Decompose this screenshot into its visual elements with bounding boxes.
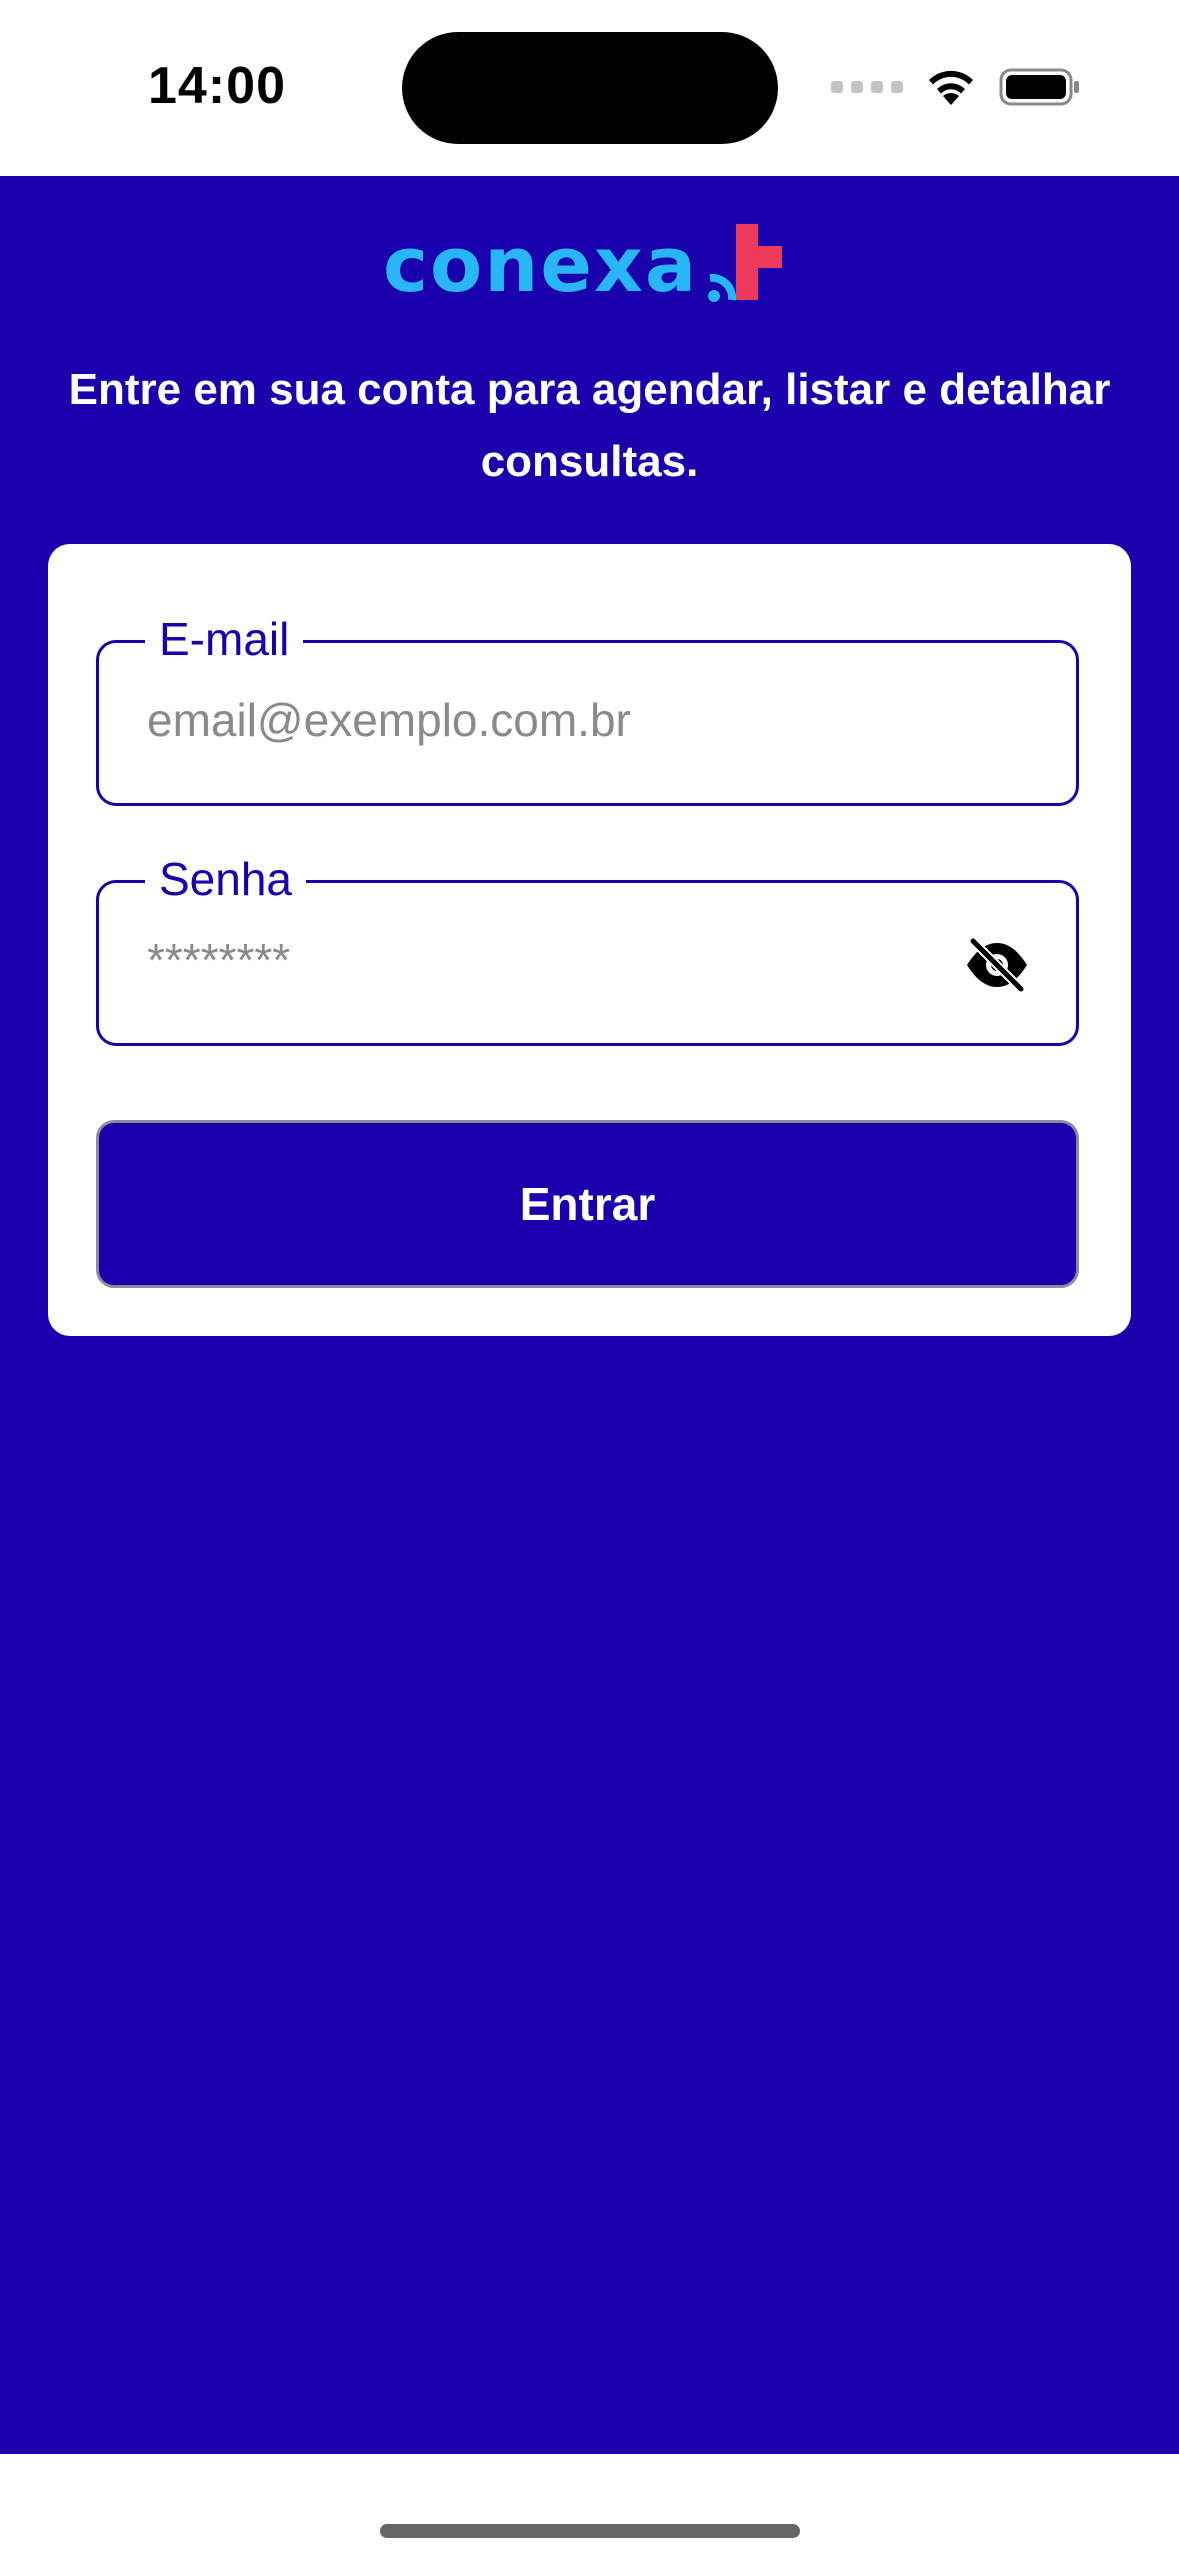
status-icons (831, 64, 1081, 110)
cellular-signal-icon (831, 81, 903, 93)
home-indicator[interactable] (380, 2524, 800, 2538)
logo-wordmark: conexa (383, 220, 699, 309)
battery-icon (999, 67, 1081, 107)
login-screen: 14:00 conexa Entre em sua conta para age… (0, 0, 1179, 2556)
password-input[interactable] (147, 933, 947, 987)
email-input[interactable] (147, 693, 947, 747)
status-time: 14:00 (148, 57, 286, 115)
login-button[interactable]: Entrar (96, 1120, 1079, 1288)
password-label: Senha (145, 847, 307, 911)
password-field: Senha (96, 847, 1079, 1046)
login-subtitle: Entre em sua conta para agendar, listar … (68, 365, 1111, 486)
brand-logo: conexa (383, 220, 803, 310)
bottom-bar (0, 2454, 1179, 2556)
dynamic-island (402, 32, 778, 144)
wifi-icon (925, 67, 977, 107)
email-field: E-mail (96, 607, 1079, 806)
eye-off-icon[interactable] (962, 935, 1032, 995)
medical-cross-signal-icon (706, 222, 788, 309)
email-label: E-mail (145, 607, 304, 671)
login-card: E-mail Senha Entrar (48, 544, 1131, 1336)
status-bar: 14:00 (0, 0, 1179, 176)
login-container: conexa Entre em sua conta para agendar, … (0, 176, 1179, 2454)
